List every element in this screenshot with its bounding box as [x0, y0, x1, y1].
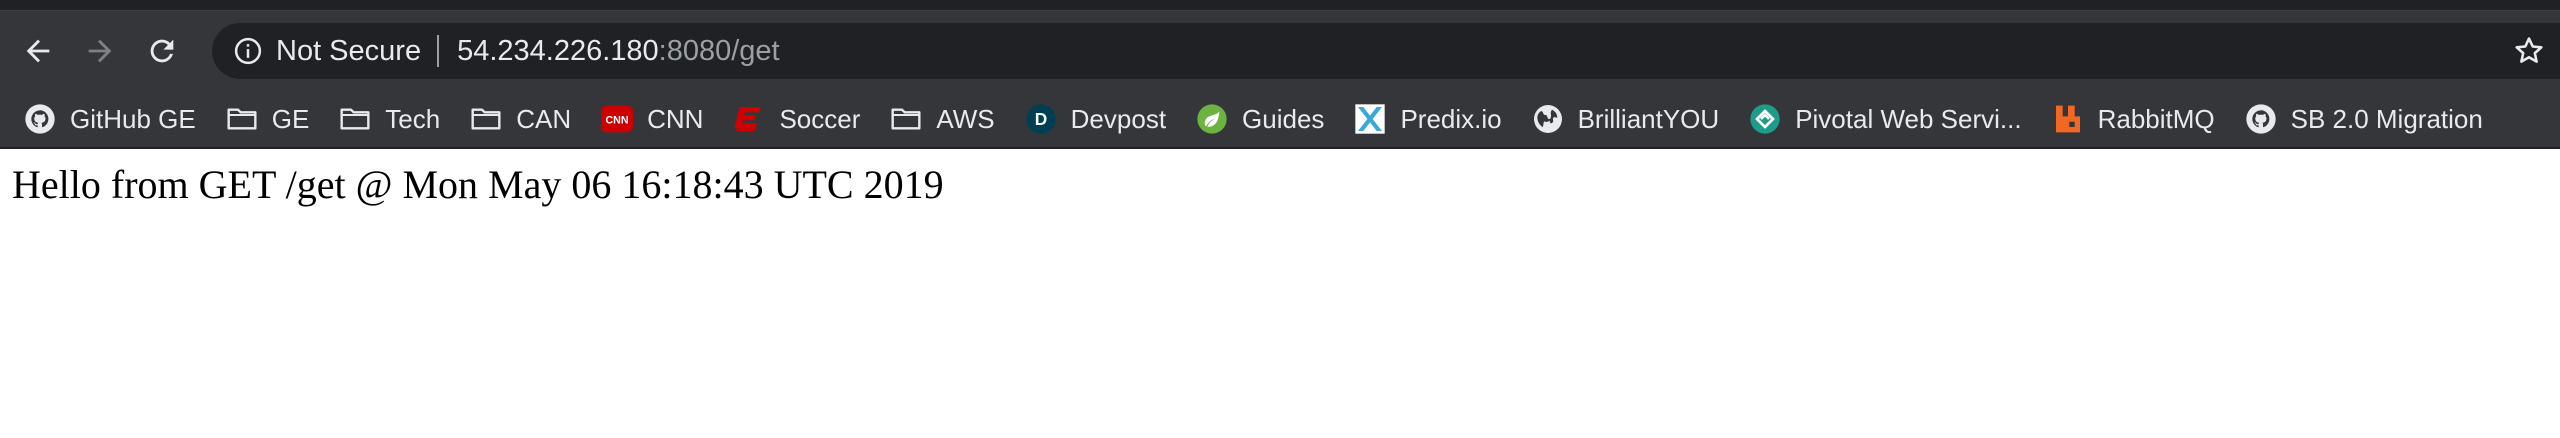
pivotal-icon [1750, 104, 1780, 134]
bookmark-label: Predix.io [1400, 103, 1502, 134]
bookmark-cnn[interactable]: CNN CNN [601, 103, 703, 135]
bookmark-folder-tech[interactable]: Tech [339, 103, 440, 135]
page-content: Hello from GET /get @ Mon May 06 16:18:4… [0, 149, 2560, 220]
cnn-icon-text: CNN [606, 115, 629, 127]
bookmark-sb-migration[interactable]: SB 2.0 Migration [2245, 103, 2483, 135]
spring-icon [1197, 104, 1227, 134]
url-host[interactable]: 54.234.226.180 [457, 35, 659, 68]
bookmark-pivotal[interactable]: Pivotal Web Servi... [1749, 103, 2022, 135]
reload-icon [150, 39, 174, 63]
bookmark-label: CNN [647, 103, 704, 134]
bookmark-label: RabbitMQ [2097, 103, 2215, 134]
bookmark-label: Soccer [779, 103, 861, 134]
bookmark-folder-can[interactable]: CAN [470, 103, 571, 135]
info-icon [234, 37, 262, 65]
bookmark-rabbitmq[interactable]: RabbitMQ [2052, 103, 2215, 135]
forward-arrow-icon [88, 39, 112, 63]
espn-icon [734, 107, 762, 131]
devpost-icon: D [1025, 104, 1056, 134]
bookmark-predix[interactable]: Predix.io [1354, 103, 1502, 135]
bookmark-soccer[interactable]: Soccer [733, 103, 860, 135]
globe-icon [1533, 105, 1562, 133]
rabbitmq-icon [2055, 105, 2080, 133]
github-icon [2245, 104, 2276, 134]
predix-icon [1355, 104, 1386, 134]
bookmark-label: Guides [1242, 103, 1325, 134]
cnn-icon: CNN [601, 105, 634, 133]
url-path[interactable]: :8080/get [659, 35, 780, 68]
bookmark-label: BrilliantYOU [1577, 103, 1720, 134]
address-bar[interactable]: Not Secure 54.234.226.180:8080/get [212, 23, 2560, 79]
browser-toolbar: Not Secure 54.234.226.180:8080/get [0, 11, 2560, 91]
tab-strip [0, 0, 2560, 11]
folder-icon [891, 108, 921, 130]
omnibox-divider [437, 35, 440, 67]
folder-icon [471, 108, 501, 130]
reload-button[interactable] [138, 27, 186, 75]
security-label[interactable]: Not Secure [276, 35, 421, 68]
bookmark-github-ge[interactable]: GitHub GE [24, 103, 196, 135]
bookmark-label: GE [271, 103, 310, 134]
bookmark-guides[interactable]: Guides [1196, 103, 1324, 135]
site-info-button[interactable] [230, 33, 266, 69]
back-arrow-icon [26, 39, 50, 63]
devpost-icon-text: D [1034, 109, 1047, 129]
bookmark-label: SB 2.0 Migration [2290, 103, 2483, 134]
bookmarks-bar: GitHub GE GE Tech CAN CNN CNN Soccer AWS… [0, 91, 2560, 149]
github-icon [25, 104, 55, 134]
folder-icon [340, 108, 370, 130]
bookmark-label: Devpost [1070, 103, 1167, 134]
bookmark-label: AWS [936, 103, 995, 134]
star-icon [2515, 37, 2543, 63]
bookmark-label: Pivotal Web Servi... [1795, 103, 2022, 134]
back-button[interactable] [14, 27, 62, 75]
folder-icon [227, 108, 257, 130]
bookmark-folder-aws[interactable]: AWS [890, 103, 995, 135]
forward-button[interactable] [76, 27, 124, 75]
bookmark-label: GitHub GE [70, 103, 196, 134]
bookmark-devpost[interactable]: D Devpost [1025, 103, 1166, 135]
bookmark-label: CAN [516, 103, 572, 134]
bookmark-star-button[interactable] [2512, 23, 2560, 79]
bookmark-brilliantyou[interactable]: BrilliantYOU [1532, 103, 1720, 135]
bookmark-folder-ge[interactable]: GE [226, 103, 310, 135]
response-text: Hello from GET /get @ Mon May 06 16:18:4… [12, 162, 944, 207]
bookmark-label: Tech [385, 103, 441, 134]
